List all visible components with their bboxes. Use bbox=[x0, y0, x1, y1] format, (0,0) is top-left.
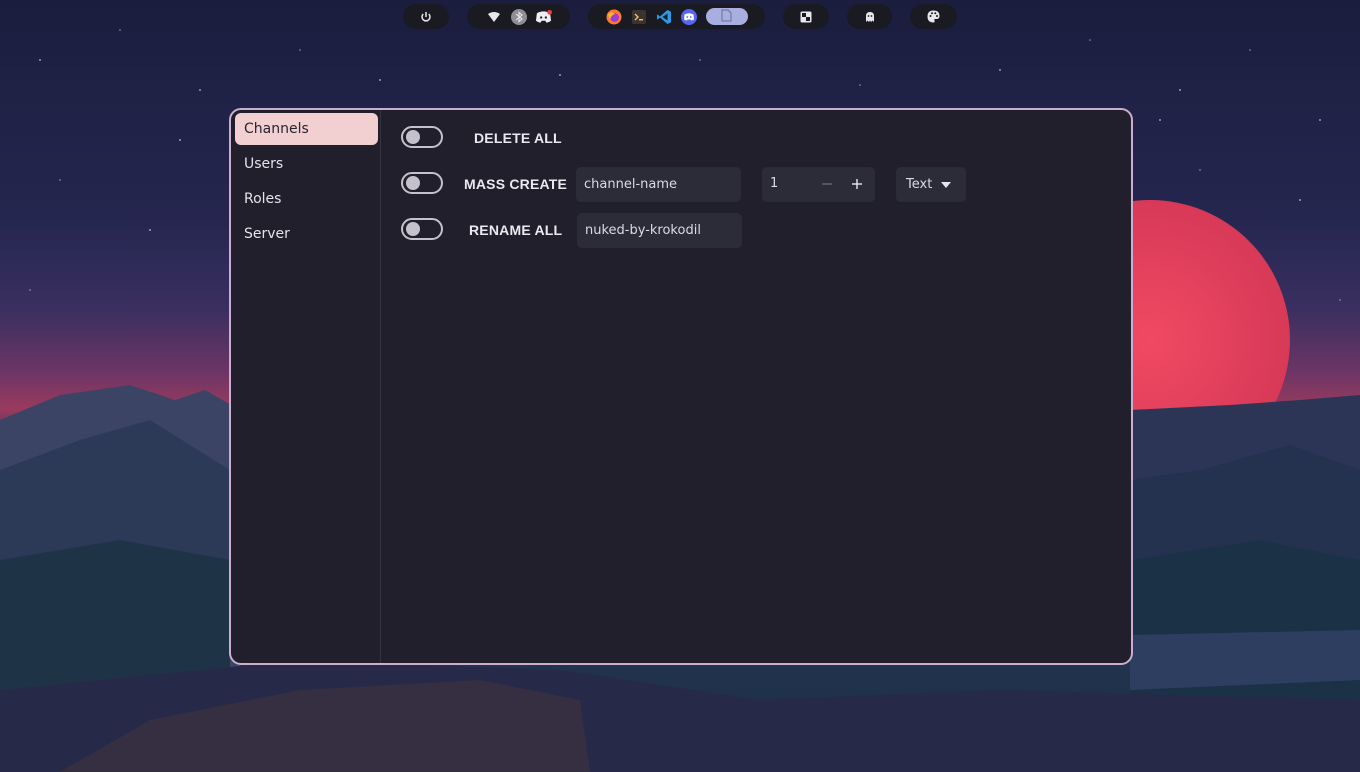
layout-pill[interactable] bbox=[783, 4, 829, 29]
sidebar-item-label: Roles bbox=[244, 191, 282, 207]
file-icon bbox=[721, 7, 732, 26]
ghost-pill[interactable] bbox=[847, 4, 892, 29]
decrement-button[interactable] bbox=[816, 173, 838, 195]
power-pill[interactable] bbox=[403, 4, 449, 29]
toggle-knob bbox=[406, 222, 420, 236]
mass-create-label: MASS CREATE bbox=[464, 176, 568, 192]
sidebar-item-channels[interactable]: Channels bbox=[235, 113, 378, 145]
app-window: Channels Users Roles Server DELETE ALL M… bbox=[229, 108, 1133, 665]
rename-input[interactable]: nuked-by-krokodil bbox=[577, 213, 742, 248]
sidebar-item-roles[interactable]: Roles bbox=[235, 183, 378, 215]
rename-all-toggle[interactable] bbox=[401, 218, 443, 240]
delete-all-label: DELETE ALL bbox=[474, 130, 562, 146]
toggle-knob bbox=[406, 130, 420, 144]
sidebar-item-server[interactable]: Server bbox=[235, 218, 378, 250]
bluetooth-icon[interactable] bbox=[510, 8, 527, 25]
channel-type-value: Text bbox=[906, 177, 933, 192]
discord-icon[interactable] bbox=[681, 8, 698, 25]
sidebar-item-users[interactable]: Users bbox=[235, 148, 378, 180]
increment-button[interactable] bbox=[846, 173, 868, 195]
channel-type-dropdown[interactable]: Text bbox=[896, 167, 966, 202]
delete-all-toggle[interactable] bbox=[401, 126, 443, 148]
vscode-icon[interactable] bbox=[656, 8, 673, 25]
firefox-icon[interactable] bbox=[606, 8, 623, 25]
discord-icon[interactable] bbox=[535, 8, 552, 25]
theme-pill[interactable] bbox=[910, 4, 957, 29]
palette-icon[interactable] bbox=[925, 8, 942, 25]
sidebar-item-label: Users bbox=[244, 156, 284, 172]
count-value[interactable]: 1 bbox=[770, 176, 778, 191]
power-icon[interactable] bbox=[418, 8, 435, 25]
channel-name-input[interactable]: channel-name bbox=[576, 167, 741, 202]
status-pill bbox=[467, 4, 570, 29]
checker-icon[interactable] bbox=[798, 8, 815, 25]
sidebar-item-label: Channels bbox=[244, 121, 309, 137]
apps-pill bbox=[588, 4, 765, 29]
wifi-icon[interactable] bbox=[485, 8, 502, 25]
rename-all-label: RENAME ALL bbox=[469, 222, 563, 238]
count-stepper[interactable]: 1 bbox=[762, 167, 875, 202]
sidebar: Channels Users Roles Server bbox=[231, 110, 381, 663]
chevron-down-icon bbox=[941, 181, 952, 188]
top-panel bbox=[0, 4, 1360, 30]
sidebar-item-label: Server bbox=[244, 226, 290, 242]
active-workspace-indicator[interactable] bbox=[705, 7, 748, 26]
toggle-knob bbox=[406, 176, 420, 190]
mass-create-toggle[interactable] bbox=[401, 172, 443, 194]
ghost-icon[interactable] bbox=[861, 8, 878, 25]
terminal-icon[interactable] bbox=[631, 8, 648, 25]
rename-value: nuked-by-krokodil bbox=[585, 223, 701, 238]
channel-name-value: channel-name bbox=[584, 177, 677, 192]
